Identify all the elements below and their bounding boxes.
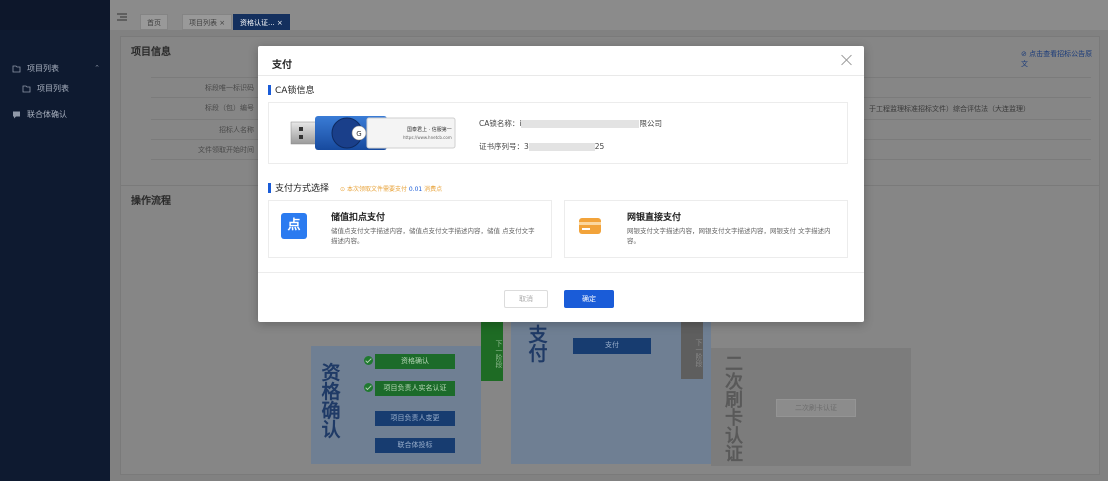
step-qualification[interactable]: 资格确认 [375, 354, 455, 369]
top-bar: 首页 项目列表 × 资格认证... × [110, 0, 1108, 30]
redacted-mask [528, 143, 595, 151]
pay-method-name: 储值扣点支付 [331, 213, 386, 223]
ca-section-label: CA锁信息 [275, 86, 315, 96]
cert-serial-field: 证书序列号：3 25 [479, 141, 604, 152]
ca-section-title: CA锁信息 [268, 83, 314, 96]
cert-suffix: 25 [594, 142, 605, 151]
notice-link-text: 点击查看招标公告原文 [1021, 50, 1093, 68]
field-label: 标段（包）编号 [205, 104, 254, 112]
pay-note-amount: 0.01 [408, 186, 423, 193]
notice-link[interactable]: ⊘ 点击查看招标公告原文 [1021, 49, 1099, 69]
redacted-mask [521, 120, 640, 128]
payment-button[interactable]: 支付 [573, 338, 651, 354]
sidebar-item-label: 项目列表 [27, 63, 59, 73]
usb-key-image: G 国泰君上 · 信服第一 https://www.hnetcb.com [290, 116, 456, 150]
field-label: 标段唯一标识码 [205, 84, 254, 92]
ca-name-label: CA锁名称： [479, 119, 520, 128]
tab-home[interactable]: 首页 [140, 14, 168, 30]
pay-note-prefix: 本次领取文件需要支付 [346, 186, 407, 193]
dialog-title: 支付 [272, 60, 292, 71]
points-icon: 点 [281, 213, 307, 239]
folder-icon [22, 84, 31, 93]
section-bar [268, 84, 271, 95]
info-icon: ⊙ [340, 186, 347, 193]
menu-toggle-icon[interactable] [117, 13, 127, 21]
flow-title: 操作流程 [131, 196, 171, 207]
field-label: 招标人名称 [219, 126, 254, 134]
pay-method-online-bank[interactable]: 网银直接支付 网银支付文字描述内容，网银支付文字描述内容，网银支付 文字描述内容… [564, 200, 848, 258]
payment-dialog: 支付 CA锁信息 G 国泰君上 · 信服第一 https://www.hnetc… [258, 46, 864, 322]
chevron-up-icon: ⌃ [94, 64, 100, 72]
check-icon [364, 356, 373, 365]
pay-note-suffix: 消费点 [424, 186, 443, 193]
stage-payment-title: 支付 [528, 324, 548, 365]
step-realname[interactable]: 项目负责人实名认证 [375, 381, 455, 396]
message-icon [12, 110, 21, 119]
ca-name-suffix: 限公司 [639, 119, 662, 128]
section-bar [268, 182, 271, 193]
dialog-footer: 取消 确定 [258, 272, 864, 322]
sidebar: 项目列表 ⌃ 项目列表 联合体确认 [0, 0, 110, 481]
step-manager-change[interactable]: 项目负责人变更 [375, 411, 455, 426]
cert-label: 证书序列号： [479, 142, 524, 151]
sidebar-item-project-list-group[interactable]: 项目列表 ⌃ [0, 58, 110, 78]
confirm-button[interactable]: 确定 [564, 290, 614, 308]
next-stage-arrow: 下一阶段 [481, 321, 503, 381]
next-stage-arrow: 下一阶段 [681, 321, 703, 379]
sidebar-item-consortium-confirm[interactable]: 联合体确认 [0, 104, 110, 124]
pay-method-desc: 网银支付文字描述内容，网银支付文字描述内容，网银支付 文字描述内容。 [627, 227, 831, 245]
field-label: 文件领取开始时间 [198, 146, 254, 154]
project-info-title: 项目信息 [131, 47, 171, 58]
ca-name-field: CA锁名称：i 限公司 [479, 118, 662, 129]
ca-info-box: G 国泰君上 · 信服第一 https://www.hnetcb.com CA锁… [268, 102, 848, 164]
tab-qualification[interactable]: 资格认证... × [233, 14, 290, 30]
pay-method-desc: 储值点支付文字描述内容，储值点支付文字描述内容，储值 点支付文字描述内容。 [331, 227, 535, 245]
folder-icon [12, 64, 21, 73]
sidebar-item-label: 联合体确认 [27, 109, 67, 119]
usb-brand-text: 国泰君上 · 信服第一 [407, 126, 452, 133]
stage-second-swipe-title: 二次刷卡认证 [725, 354, 743, 465]
pay-section-label: 支付方式选择 [275, 184, 330, 194]
bank-card-icon [577, 213, 603, 239]
dialog-header: 支付 [258, 46, 864, 76]
tab-project-list[interactable]: 项目列表 × [182, 14, 233, 30]
sidebar-item-project-list[interactable]: 项目列表 [0, 78, 110, 98]
second-swipe-button[interactable]: 二次刷卡认证 [776, 399, 856, 417]
method-text: 于工程监理标准招标文件）综合评估法（大连监理） [869, 105, 1030, 113]
link-icon: ⊘ [1021, 50, 1030, 58]
pay-method-name: 网银直接支付 [627, 213, 682, 223]
pay-note: ⊙ 本次领取文件需要支付 0.01 消费点 [340, 184, 442, 193]
stage-qualification-title: 资格确认 [321, 362, 341, 441]
check-icon [364, 383, 373, 392]
step-consortium-bid[interactable]: 联合体投标 [375, 438, 455, 453]
sidebar-header [0, 0, 110, 30]
pay-section-title: 支付方式选择 [268, 181, 329, 194]
cancel-button[interactable]: 取消 [504, 290, 548, 308]
svg-text:G: G [356, 130, 361, 138]
close-icon[interactable] [840, 53, 854, 67]
usb-url-text: https://www.hnetcb.com [403, 135, 452, 140]
sidebar-item-label: 项目列表 [37, 83, 69, 93]
pay-method-stored-value[interactable]: 点 储值扣点支付 储值点支付文字描述内容，储值点支付文字描述内容，储值 点支付文… [268, 200, 552, 258]
